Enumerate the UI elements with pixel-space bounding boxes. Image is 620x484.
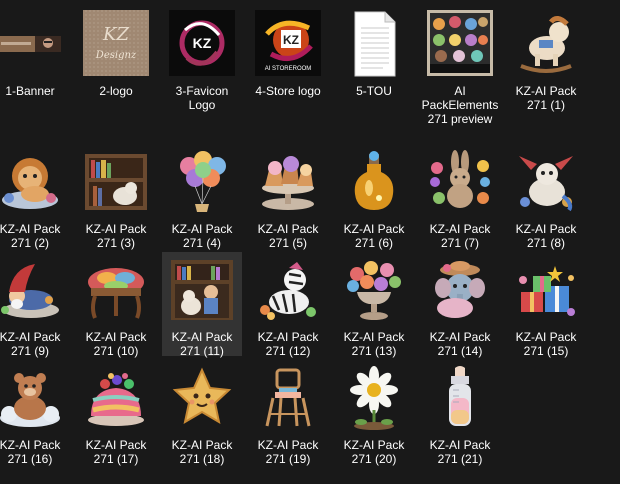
high-chair-thumbnail-icon bbox=[253, 364, 323, 434]
file-item[interactable]: KZ Designz 2-logo bbox=[76, 6, 156, 144]
preview-collage-thumbnail-icon bbox=[425, 10, 495, 80]
file-name-label: AI PackElements 271 preview bbox=[421, 84, 499, 126]
bunny-flowers-thumbnail-icon bbox=[425, 148, 495, 218]
file-name-label: KZ-AI Pack 271 (20) bbox=[343, 438, 405, 466]
file-item[interactable]: KZ-AI Pack 271 (2) bbox=[0, 144, 70, 250]
file-name-label: KZ-AI Pack 271 (18) bbox=[171, 438, 233, 466]
svg-text:Designz: Designz bbox=[95, 50, 137, 61]
file-name-label: 2-logo bbox=[99, 84, 133, 98]
potion-bottle-thumbnail-icon bbox=[339, 148, 409, 218]
kz-designz-logo-thumbnail-icon: KZ Designz bbox=[81, 10, 151, 80]
file-name-label: 5-TOU bbox=[356, 84, 392, 98]
file-name-label: KZ-AI Pack 271 (1) bbox=[515, 84, 577, 112]
file-item[interactable]: KZ AI STOREROOM 4-Store logo bbox=[248, 6, 328, 144]
file-name-label: KZ-AI Pack 271 (2) bbox=[0, 222, 61, 250]
file-item[interactable]: KZ-AI Pack 271 (4) bbox=[162, 144, 242, 250]
file-item[interactable]: AI PackElements 271 preview bbox=[420, 6, 500, 144]
file-name-label: KZ-AI Pack 271 (12) bbox=[257, 330, 319, 358]
gift-boxes-thumbnail-icon bbox=[511, 256, 581, 326]
file-item[interactable]: KZ-AI Pack 271 (19) bbox=[248, 360, 328, 466]
file-item[interactable]: KZ-AI Pack 271 (8) bbox=[506, 144, 586, 250]
file-item[interactable]: KZ-AI Pack 271 (9) bbox=[0, 252, 70, 358]
baby-bottle-thumbnail-icon bbox=[425, 364, 495, 434]
file-item[interactable]: KZ-AI Pack 271 (1) bbox=[506, 6, 586, 144]
file-name-label: KZ-AI Pack 271 (16) bbox=[0, 438, 61, 466]
file-item[interactable]: KZ-AI Pack 271 (10) bbox=[76, 252, 156, 358]
svg-text:KZ: KZ bbox=[102, 24, 129, 45]
sleeping-gnome-thumbnail-icon bbox=[0, 256, 65, 326]
lion-cub-thumbnail-icon bbox=[0, 148, 65, 218]
svg-text:AI STOREROOM: AI STOREROOM bbox=[265, 66, 312, 72]
file-item[interactable]: KZ-AI Pack 271 (5) bbox=[248, 144, 328, 250]
file-name-label: KZ-AI Pack 271 (4) bbox=[171, 222, 233, 250]
file-item[interactable]: 1-Banner bbox=[0, 6, 70, 144]
file-item[interactable]: KZ-AI Pack 271 (6) bbox=[334, 144, 414, 250]
file-name-label: KZ-AI Pack 271 (5) bbox=[257, 222, 319, 250]
file-name-label: KZ-AI Pack 271 (21) bbox=[429, 438, 491, 466]
file-item[interactable]: KZ-AI Pack 271 (16) bbox=[0, 360, 70, 466]
file-item[interactable]: KZ-AI Pack 271 (7) bbox=[420, 144, 500, 250]
star-cookie-thumbnail-icon bbox=[167, 364, 237, 434]
file-item[interactable]: KZ 3-Favicon Logo bbox=[162, 6, 242, 144]
file-name-label: KZ-AI Pack 271 (8) bbox=[515, 222, 577, 250]
kz-store-logo-thumbnail-icon: KZ AI STOREROOM bbox=[253, 10, 323, 80]
file-name-label: 3-Favicon Logo bbox=[175, 84, 229, 112]
file-item[interactable]: KZ-AI Pack 271 (3) bbox=[76, 144, 156, 250]
child-puppy-bookshelf-thumbnail-icon bbox=[167, 256, 237, 326]
rocking-horse-thumbnail-icon bbox=[511, 10, 581, 80]
file-name-label: KZ-AI Pack 271 (9) bbox=[0, 330, 61, 358]
file-name-label: KZ-AI Pack 271 (7) bbox=[429, 222, 491, 250]
file-name-label: 4-Store logo bbox=[255, 84, 321, 98]
file-name-label: KZ-AI Pack 271 (17) bbox=[85, 438, 147, 466]
ottoman-stool-thumbnail-icon bbox=[81, 256, 151, 326]
baby-dragon-thumbnail-icon bbox=[511, 148, 581, 218]
teddy-bear-cloud-thumbnail-icon bbox=[0, 364, 65, 434]
flower-urn-thumbnail-icon bbox=[339, 256, 409, 326]
file-item[interactable]: 5-TOU bbox=[334, 6, 414, 144]
file-name-label: KZ-AI Pack 271 (10) bbox=[85, 330, 147, 358]
jelly-cake-thumbnail-icon bbox=[81, 364, 151, 434]
file-name-label: KZ-AI Pack 271 (14) bbox=[429, 330, 491, 358]
svg-text:KZ: KZ bbox=[283, 33, 299, 47]
bookshelf-cat-thumbnail-icon bbox=[81, 148, 151, 218]
svg-text:KZ: KZ bbox=[193, 35, 212, 51]
file-name-label: KZ-AI Pack 271 (13) bbox=[343, 330, 405, 358]
baby-elephant-thumbnail-icon bbox=[425, 256, 495, 326]
balloons-thumbnail-icon bbox=[167, 148, 237, 218]
banner-thumbnail-icon bbox=[0, 10, 65, 80]
baby-zebra-thumbnail-icon bbox=[253, 256, 323, 326]
file-grid: 1-Banner KZ Designz 2-logo KZ 3-Favicon Logo K… bbox=[0, 0, 620, 484]
file-item[interactable]: KZ-AI Pack 271 (15) bbox=[506, 252, 586, 358]
file-name-label: KZ-AI Pack 271 (11) bbox=[171, 330, 233, 358]
file-name-label: KZ-AI Pack 271 (15) bbox=[515, 330, 577, 358]
text-document-icon bbox=[339, 10, 409, 80]
file-item[interactable]: KZ-AI Pack 271 (21) bbox=[420, 360, 500, 466]
file-item[interactable]: KZ-AI Pack 271 (17) bbox=[76, 360, 156, 466]
file-item[interactable]: KZ-AI Pack 271 (13) bbox=[334, 252, 414, 358]
file-item[interactable]: KZ-AI Pack 271 (11) bbox=[162, 252, 242, 358]
kz-favicon-logo-thumbnail-icon: KZ bbox=[167, 10, 237, 80]
file-name-label: KZ-AI Pack 271 (3) bbox=[85, 222, 147, 250]
file-item[interactable]: KZ-AI Pack 271 (12) bbox=[248, 252, 328, 358]
file-item[interactable]: KZ-AI Pack 271 (14) bbox=[420, 252, 500, 358]
file-name-label: KZ-AI Pack 271 (19) bbox=[257, 438, 319, 466]
file-item[interactable]: KZ-AI Pack 271 (20) bbox=[334, 360, 414, 466]
cupcake-stand-thumbnail-icon bbox=[253, 148, 323, 218]
daisy-flower-thumbnail-icon bbox=[339, 364, 409, 434]
file-name-label: KZ-AI Pack 271 (6) bbox=[343, 222, 405, 250]
file-item[interactable]: KZ-AI Pack 271 (18) bbox=[162, 360, 242, 466]
file-name-label: 1-Banner bbox=[5, 84, 55, 98]
